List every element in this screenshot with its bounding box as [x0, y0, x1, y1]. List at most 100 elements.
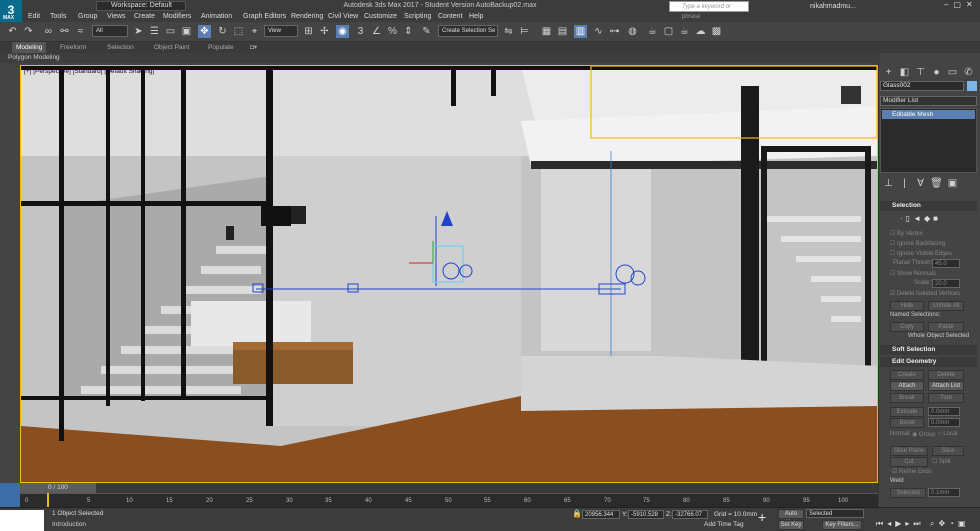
toggle-ribbon-icon[interactable]: ▥ [574, 25, 587, 38]
object-name-field[interactable]: Glass002 [880, 81, 964, 91]
menu-group[interactable]: Group [78, 12, 97, 22]
menu-views[interactable]: Views [107, 12, 126, 22]
render-production-icon[interactable]: ☕ [678, 25, 691, 38]
search-input[interactable]: Type a keyword or phrase [669, 1, 749, 20]
bind-space-warp-icon[interactable]: ≈ [74, 25, 87, 38]
user-account[interactable]: nikahmadmu... [800, 1, 880, 12]
paste-button[interactable]: Paste [928, 322, 964, 332]
ribbon-options-icon[interactable]: ◘▾ [250, 42, 257, 53]
maxscript-listener[interactable] [0, 510, 44, 531]
menu-rendering[interactable]: Rendering [291, 12, 323, 22]
unlink-icon[interactable]: ⚯ [58, 25, 71, 38]
app-logo-icon[interactable]: 3 MAX [0, 0, 22, 22]
menu-civil-view[interactable]: Civil View [328, 12, 358, 22]
a360-gallery-icon[interactable]: ▩ [710, 25, 723, 38]
cut-button[interactable]: Cut [890, 457, 928, 467]
material-editor-icon[interactable]: ◍ [626, 25, 639, 38]
bevel-button[interactable]: Bevel [890, 418, 924, 428]
tab-object-paint[interactable]: Object Paint [154, 42, 189, 53]
delete-isolated-checkbox[interactable]: ☑ Delete Isolated Vertices [890, 290, 960, 297]
set-key-icon[interactable]: + [758, 509, 766, 525]
rectangular-selection-icon[interactable]: ▭ [164, 25, 177, 38]
menu-animation[interactable]: Animation [201, 12, 232, 22]
extrude-spinner[interactable]: 0.0mm [928, 407, 960, 416]
workspace-dropdown[interactable]: Workspace: Default [96, 1, 186, 11]
viewport-label[interactable]: [+] [Perspective] [Standard] [Default Sh… [24, 68, 154, 75]
auto-key-button[interactable]: Auto Key [778, 509, 804, 526]
align-icon[interactable]: ⊨ [518, 25, 531, 38]
reference-coordinate-dropdown[interactable]: View [264, 25, 298, 37]
menu-scripting[interactable]: Scripting [404, 12, 431, 22]
unhide-all-button[interactable]: Unhide All [928, 301, 964, 311]
menu-tools[interactable]: Tools [50, 12, 66, 22]
window-controls[interactable]: –▢✕ [944, 0, 980, 11]
configure-sets-icon[interactable]: ▣ [946, 177, 959, 190]
subobject-level-icons[interactable]: ·▯◄◆■ [900, 214, 941, 223]
menu-content[interactable]: Content [438, 12, 463, 22]
motion-panel-icon[interactable]: ● [930, 66, 943, 79]
by-vertex-checkbox[interactable]: ☐ By Vertex [890, 230, 923, 237]
keyboard-shortcut-override-icon[interactable]: ◉ [336, 25, 349, 38]
key-mode-dropdown[interactable]: Selected [806, 509, 864, 518]
time-slider[interactable] [20, 483, 878, 493]
normal-group-radio[interactable]: ◉ Group [912, 431, 936, 438]
selection-filter-dropdown[interactable]: All [92, 25, 128, 37]
modifier-list-dropdown[interactable]: Modifier List [880, 96, 977, 106]
snaps-toggle-icon[interactable]: 3 [354, 25, 367, 38]
selection-rollout-header[interactable]: Selection [880, 201, 977, 211]
planar-thresh-spinner[interactable]: 45.0 [932, 259, 960, 268]
z-coordinate-field[interactable]: -32766.07 [672, 510, 708, 519]
select-and-scale-icon[interactable]: ⬚ [232, 25, 245, 38]
split-checkbox[interactable]: ☐ Split [932, 458, 951, 465]
menu-modifiers[interactable]: Modifiers [163, 12, 191, 22]
stack-item-editable-mesh[interactable]: Editable Mesh [882, 110, 975, 119]
spinner-snap-icon[interactable]: ⇕ [402, 25, 415, 38]
delete-button[interactable]: Delete [928, 370, 964, 380]
tab-freeform[interactable]: Freeform [60, 42, 86, 53]
angle-snap-icon[interactable]: ∠ [370, 25, 383, 38]
slice-button[interactable]: Slice [932, 446, 964, 456]
set-key-button[interactable]: Set Key [778, 520, 804, 530]
copy-button[interactable]: Copy [890, 322, 924, 332]
remove-modifier-icon[interactable]: 🗑 [930, 177, 943, 190]
create-panel-icon[interactable]: + [882, 66, 895, 79]
edit-named-selection-icon[interactable]: ✎ [420, 25, 433, 38]
redo-icon[interactable]: ↷ [22, 25, 35, 38]
select-by-name-icon[interactable]: ☰ [148, 25, 161, 38]
render-setup-icon[interactable]: ☕ [646, 25, 659, 38]
ignore-backfacing-checkbox[interactable]: ☐ Ignore Backfacing [890, 240, 945, 247]
select-and-move-icon[interactable]: ✥ [198, 25, 211, 38]
layer-explorer-icon[interactable]: ▤ [556, 25, 569, 38]
weld-threshold-spinner[interactable]: 0.1mm [928, 488, 960, 497]
menu-create[interactable]: Create [134, 12, 155, 22]
curve-editor-icon[interactable]: ∿ [592, 25, 605, 38]
viewport-navigation-controls[interactable]: ⌕✥◔▣ [930, 519, 970, 529]
rendered-frame-window-icon[interactable]: ▢ [662, 25, 675, 38]
menu-customize[interactable]: Customize [364, 12, 397, 22]
x-coordinate-field[interactable]: 20956.344 [582, 510, 620, 519]
utilities-panel-icon[interactable]: ✆ [962, 66, 975, 79]
create-button[interactable]: Create [890, 370, 924, 380]
add-time-tag-button[interactable]: Add Time Tag [704, 521, 744, 528]
link-icon[interactable]: ∞ [42, 25, 55, 38]
window-crossing-icon[interactable]: ▣ [180, 25, 193, 38]
pin-stack-icon[interactable]: ⊥ [882, 177, 895, 190]
mirror-icon[interactable]: ⇋ [502, 25, 515, 38]
render-in-cloud-icon[interactable]: ☁ [694, 25, 707, 38]
scene-explorer-icon[interactable]: ▦ [540, 25, 553, 38]
object-color-swatch[interactable] [967, 81, 977, 91]
soft-selection-rollout-header[interactable]: Soft Selection [880, 345, 977, 355]
refine-ends-checkbox[interactable]: ☑ Refine Ends [892, 468, 932, 475]
display-panel-icon[interactable]: ▭ [946, 66, 959, 79]
select-object-icon[interactable]: ➤ [132, 25, 145, 38]
scale-spinner[interactable]: 20.0 [932, 279, 960, 288]
ignore-visible-edges-checkbox[interactable]: ☐ Ignore Visible Edges [890, 250, 952, 257]
playback-controls[interactable]: ⏮◂▶▸⏭ [876, 519, 925, 529]
named-selection-set-dropdown[interactable]: Create Selection Se [438, 25, 498, 37]
time-slider-handle[interactable]: 0 / 100 [20, 483, 96, 493]
turn-button[interactable]: Turn [928, 393, 964, 403]
tab-selection[interactable]: Selection [107, 42, 134, 53]
show-end-result-icon[interactable]: | [898, 177, 911, 190]
attach-button[interactable]: Attach [890, 381, 924, 391]
make-unique-icon[interactable]: ∀ [914, 177, 927, 190]
